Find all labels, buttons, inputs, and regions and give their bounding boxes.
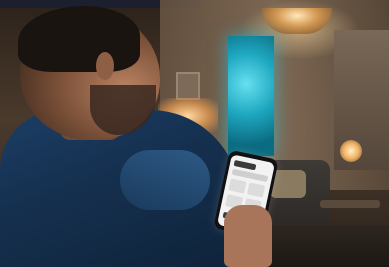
picture-frame — [176, 72, 200, 100]
man-shoulder — [120, 150, 210, 210]
side-table — [320, 200, 380, 208]
hand — [224, 205, 272, 267]
man-ear — [96, 52, 114, 80]
screen-tile — [246, 182, 266, 198]
glowing-painting — [228, 36, 274, 156]
man-hair — [18, 6, 140, 72]
floor-lamp — [340, 140, 362, 162]
photo-scene — [0, 0, 389, 267]
screen-tile — [228, 178, 247, 194]
